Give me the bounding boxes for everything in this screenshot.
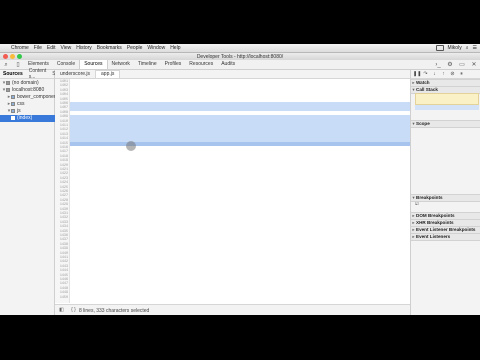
tab-audits[interactable]: Audits [217, 60, 239, 69]
tab-network[interactable]: Network [108, 60, 134, 69]
file-tree-item[interactable]: ▾ js [0, 108, 61, 115]
step-over-button[interactable]: ↷ [422, 71, 429, 77]
section-label: Breakpoints [416, 195, 443, 200]
macos-menu-bar: Chrome File Edit View History Bookmarks … [0, 44, 480, 53]
section-event-listeners[interactable]: ▸Event Listeners [411, 233, 480, 241]
editor-tabs: underscore.js app.js [55, 70, 410, 79]
breakpoint-checkbox[interactable]: ☑ [415, 201, 419, 206]
status-user[interactable]: Mikoly [448, 45, 462, 51]
devtools-tab-bar: ⌕ ▯ Elements Console Sources Network Tim… [0, 60, 480, 70]
close-icon[interactable]: ✕ [471, 62, 477, 68]
editor-status-bar: ◧ { } 8 lines, 333 characters selected [55, 304, 410, 315]
toggle-navigator-icon[interactable]: ◧ [59, 308, 64, 313]
line-number[interactable]: 1450 [55, 296, 68, 300]
file-tree-label: js [17, 108, 21, 114]
spotlight-icon[interactable]: ⌕ [466, 45, 469, 51]
menu-help[interactable]: Help [170, 45, 180, 51]
gear-icon[interactable]: ⚙ [447, 62, 453, 68]
code-line[interactable] [70, 296, 410, 300]
section-label: XHR Breakpoints [416, 220, 454, 225]
selection-status: 8 lines, 333 characters selected [79, 307, 150, 314]
section-label: Call Stack [416, 87, 438, 92]
step-into-button[interactable]: ↓ [431, 71, 438, 77]
file-tree-item[interactable]: ▾ (no domain) [0, 80, 56, 87]
video-frame: Chrome File Edit View History Bookmarks … [0, 0, 480, 360]
code-area[interactable] [70, 79, 410, 303]
tab-resources[interactable]: Resources [185, 60, 217, 69]
debugger-controls: ❚❚ ↷ ↓ ↑ ⊘ ⏸ [411, 70, 480, 79]
folder-icon [11, 101, 15, 106]
editor-tab-app[interactable]: app.js [95, 70, 121, 78]
editor-tab-underscore[interactable]: underscore.js [55, 71, 95, 78]
file-tree-label: css [17, 101, 25, 107]
section-label: DOM Breakpoints [416, 213, 455, 218]
pretty-print-icon[interactable]: { } [71, 308, 76, 313]
breakpoint-item[interactable]: ☑ [415, 201, 479, 206]
menu-edit[interactable]: Edit [47, 45, 56, 51]
scope-variable[interactable] [415, 187, 479, 192]
file-tree-item[interactable]: ▾ localhost:8080 [0, 87, 56, 94]
tab-timeline[interactable]: Timeline [134, 60, 161, 69]
folder-icon [11, 108, 15, 113]
sources-navigator: Sources Content s... Snippets ▾(no domai… [0, 68, 72, 315]
tab-console[interactable]: Console [53, 60, 79, 69]
window-close-button[interactable] [3, 54, 8, 59]
section-label: Scope [416, 121, 430, 126]
letterbox-bottom [0, 315, 480, 360]
menu-chrome[interactable]: Chrome [11, 45, 29, 51]
file-tree-label: (index) [17, 115, 33, 121]
menu-file[interactable]: File [34, 45, 42, 51]
navigator-tabs: Sources Content s... Snippets [0, 68, 72, 80]
menu-bookmarks[interactable]: Bookmarks [97, 45, 122, 51]
navigator-tab-content-scripts[interactable]: Content s... [26, 68, 50, 80]
section-label: Event Listener Breakpoints [416, 227, 476, 232]
console-drawer-icon[interactable]: ›_ [435, 62, 441, 68]
window-zoom-button[interactable] [17, 54, 22, 59]
debugger-sidebar: ❚❚ ↷ ↓ ↑ ⊘ ⏸ ▸Watch ▾Call Stack ▾Scope ▾Breakpoi… [410, 70, 480, 315]
tab-sources[interactable]: Sources [79, 60, 108, 69]
file-tree-label: (no domain) [12, 80, 39, 86]
menu-history[interactable]: History [76, 45, 92, 51]
section-label: Event Listeners [416, 234, 451, 239]
menu-view[interactable]: View [60, 45, 71, 51]
magnifier-icon[interactable]: ⌕ [3, 62, 9, 68]
pause-resume-button[interactable]: ❚❚ [413, 71, 421, 77]
menu-people[interactable]: People [127, 45, 143, 51]
source-editor: underscore.js app.js 1401 1402 1403 1404 140… [55, 70, 410, 315]
line-number-gutter[interactable]: 1401 1402 1403 1404 1405 1406 1407 1408 1409 1410… [55, 79, 70, 303]
mouse-cursor-indicator [126, 141, 136, 151]
window-titlebar: Developer Tools - http://localhost:8080/ [0, 53, 480, 60]
navigator-tab-sources[interactable]: Sources [0, 71, 26, 77]
notification-center-icon[interactable]: ☰ [473, 45, 477, 51]
tab-profiles[interactable]: Profiles [161, 60, 186, 69]
deactivate-breakpoints-button[interactable]: ⊘ [449, 71, 456, 77]
section-label: Watch [416, 80, 430, 85]
paused-notice [415, 93, 479, 105]
file-tree-item[interactable]: ▸ css [0, 101, 61, 108]
file-icon [11, 115, 15, 120]
battery-icon[interactable] [435, 45, 444, 51]
menu-window[interactable]: Window [147, 45, 165, 51]
folder-icon [11, 94, 15, 99]
file-tree-item[interactable]: ▸ bower_components [0, 94, 61, 101]
step-out-button[interactable]: ↑ [440, 71, 447, 77]
window-title: Developer Tools - http://localhost:8080/ [196, 53, 284, 60]
dock-icon[interactable]: ▭ [459, 62, 465, 68]
file-tree-item[interactable]: (index) [0, 115, 61, 122]
letterbox-top [0, 0, 480, 44]
devtools-window: Developer Tools - http://localhost:8080/… [0, 53, 480, 315]
phone-icon[interactable]: ▯ [15, 62, 21, 68]
pause-on-exceptions-button[interactable]: ⏸ [458, 71, 465, 77]
window-minimize-button[interactable] [10, 54, 15, 59]
domain-icon [6, 87, 10, 92]
domain-icon [6, 80, 10, 85]
file-tree-label: localhost:8080 [12, 87, 45, 93]
